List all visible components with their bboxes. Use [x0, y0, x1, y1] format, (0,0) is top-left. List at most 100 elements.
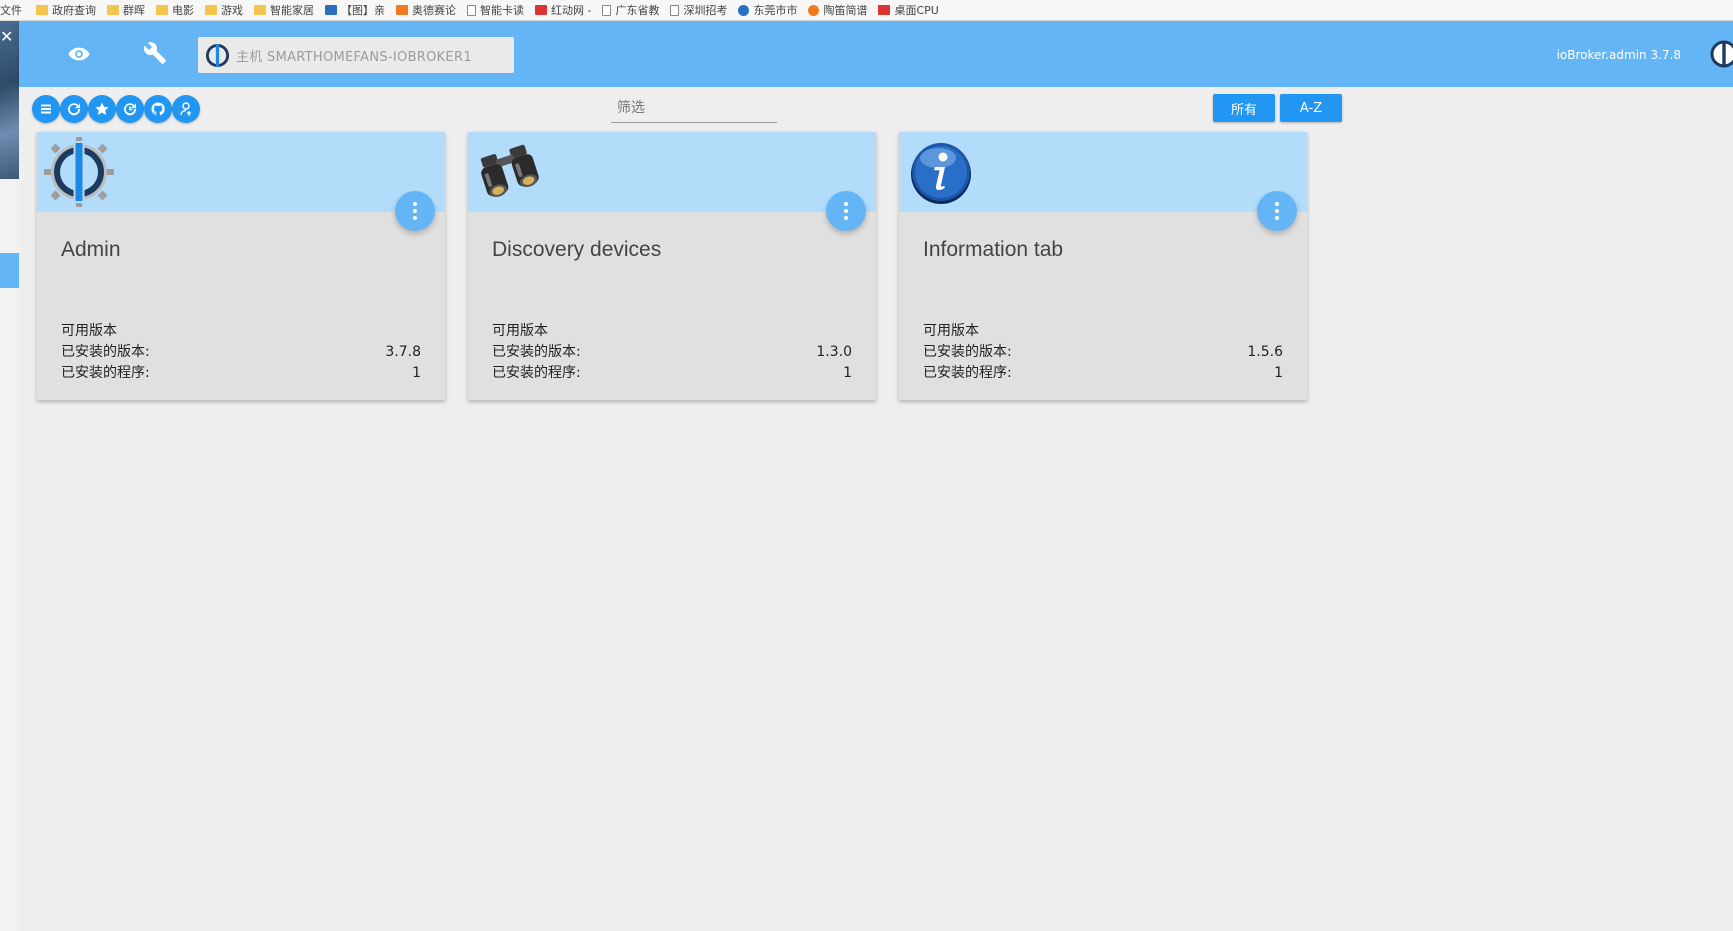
bookmark-item[interactable]: 深圳招考 — [670, 2, 727, 18]
available-version-row: 可用版本 — [923, 321, 1283, 342]
filter-field — [611, 95, 777, 123]
iobroker-logo-icon — [205, 43, 230, 67]
iobroker-logo-icon — [1710, 40, 1733, 68]
folder-icon — [107, 5, 119, 15]
page-icon — [602, 4, 612, 16]
installed-version-value: 1.3.0 — [816, 344, 852, 360]
installed-version-label: 已安装的版本: — [61, 344, 150, 360]
bookmark-item[interactable]: 红动网 - — [535, 2, 591, 18]
show-all-button[interactable]: 所有 — [1213, 94, 1275, 122]
bookmark-label: 桌面CPU — [894, 4, 939, 17]
installed-version-row: 已安装的版本: 1.5.6 — [923, 342, 1283, 363]
wrench-icon[interactable] — [143, 41, 169, 67]
more-vert-icon — [1275, 216, 1279, 220]
installed-instances-row: 已安装的程序: 1 — [492, 363, 852, 384]
card-info: 可用版本 已安装的版本: 3.7.8 已安装的程序: 1 — [61, 321, 421, 384]
card-info: 可用版本 已安装的版本: 1.5.6 已安装的程序: 1 — [923, 321, 1283, 384]
bookmark-item[interactable]: 智能家居 — [254, 2, 314, 18]
installed-instances-label: 已安装的程序: — [923, 365, 1012, 381]
list-view-button[interactable] — [32, 95, 60, 123]
site-favicon-icon — [535, 5, 547, 15]
available-version-label: 可用版本 — [61, 323, 117, 339]
bookmark-label: 电影 — [172, 4, 194, 17]
card-header — [899, 132, 1307, 231]
installed-version-row: 已安装的版本: 1.3.0 — [492, 342, 852, 363]
bookmark-item[interactable]: 文件 — [0, 2, 22, 18]
install-from-github-button[interactable] — [144, 95, 172, 123]
card-title: Admin — [61, 238, 121, 261]
adapter-card: Admin 可用版本 已安装的版本: 3.7.8 已安装的程序: 1 — [37, 132, 445, 400]
filter-input[interactable] — [611, 95, 777, 121]
info-icon — [911, 143, 971, 204]
iobroker-logo-icon — [44, 137, 114, 207]
star-icon — [95, 102, 109, 115]
bookmark-label: 深圳招考 — [683, 4, 728, 17]
sort-az-button[interactable]: A-Z — [1280, 94, 1342, 122]
folder-icon — [156, 5, 168, 15]
binoculars-icon — [480, 144, 539, 197]
site-favicon-icon — [396, 5, 408, 15]
bookmark-item[interactable]: 游戏 — [205, 2, 243, 18]
installed-version-label: 已安装的版本: — [923, 344, 1012, 360]
folder-icon — [254, 5, 266, 15]
bookmark-label: 群晖 — [123, 4, 145, 17]
installed-instances-row: 已安装的程序: 1 — [61, 363, 421, 384]
card-menu-button[interactable] — [395, 191, 435, 231]
available-version-row: 可用版本 — [492, 321, 852, 342]
card-menu-button[interactable] — [826, 191, 866, 231]
bookmark-item[interactable]: 陶笛简谱 — [808, 2, 867, 18]
sidebar-active-item[interactable] — [0, 253, 19, 288]
bookmark-item[interactable]: 广东省教 — [602, 2, 659, 18]
card-info: 可用版本 已安装的版本: 1.3.0 已安装的程序: 1 — [492, 321, 852, 384]
host-selector[interactable]: 主机 SMARTHOMEFANS-IOBROKER1 — [198, 37, 514, 73]
close-icon[interactable]: ✕ — [0, 27, 13, 46]
bookmark-item[interactable]: 电影 — [156, 2, 194, 18]
bookmark-item[interactable]: 【图】亲 — [325, 2, 385, 18]
installed-instances-row: 已安装的程序: 1 — [923, 363, 1283, 384]
more-vert-icon — [1275, 202, 1279, 206]
installed-version-label: 已安装的版本: — [492, 344, 581, 360]
installed-instances-value: 1 — [412, 365, 421, 381]
check-updates-button[interactable] — [116, 95, 144, 123]
more-vert-icon — [844, 209, 848, 213]
more-vert-icon — [413, 209, 417, 213]
bookmark-label: 奥德赛论 — [412, 4, 456, 17]
bookmark-item[interactable]: 桌面CPU — [878, 2, 939, 18]
installed-instances-label: 已安装的程序: — [492, 365, 581, 381]
installed-instances-value: 1 — [1274, 365, 1283, 381]
installed-instances-label: 已安装的程序: — [61, 365, 150, 381]
available-version-row: 可用版本 — [61, 321, 421, 342]
bookmark-label: 智能家居 — [270, 4, 314, 17]
card-title: Discovery devices — [492, 238, 662, 261]
site-favicon-icon — [325, 5, 337, 15]
more-vert-icon — [413, 216, 417, 220]
available-version-label: 可用版本 — [923, 323, 979, 339]
upload-icon — [180, 102, 192, 116]
upload-adapter-button[interactable] — [172, 95, 200, 123]
bookmark-item[interactable]: 东莞市市 — [738, 2, 797, 18]
bookmark-label: 政府查询 — [52, 4, 96, 17]
bookmark-label: 游戏 — [221, 4, 243, 17]
more-vert-icon — [844, 202, 848, 206]
adapters-page: 所有 A-Z Admi — [19, 87, 1733, 931]
card-menu-button[interactable] — [1257, 191, 1297, 231]
site-favicon-icon — [738, 4, 750, 16]
more-vert-icon — [844, 216, 848, 220]
installed-instances-value: 1 — [843, 365, 852, 381]
available-version-label: 可用版本 — [492, 323, 548, 339]
bookmark-label: 广东省教 — [615, 4, 660, 17]
eye-icon[interactable] — [67, 43, 91, 65]
more-vert-icon — [1275, 209, 1279, 213]
bookmark-item[interactable]: 群晖 — [107, 2, 145, 18]
folder-icon — [205, 5, 217, 15]
folder-icon — [36, 5, 48, 15]
refresh-button[interactable] — [60, 95, 88, 123]
bookmark-item[interactable]: 政府查询 — [36, 2, 96, 18]
bookmark-label: 文件 — [0, 4, 22, 17]
bookmark-item[interactable]: 智能卡读 — [467, 2, 524, 18]
bookmark-label: 红动网 - — [551, 4, 592, 17]
update-icon — [124, 103, 137, 116]
installed-version-value: 3.7.8 — [385, 344, 421, 360]
bookmark-item[interactable]: 奥德赛论 — [396, 2, 456, 18]
favorites-button[interactable] — [88, 95, 116, 123]
